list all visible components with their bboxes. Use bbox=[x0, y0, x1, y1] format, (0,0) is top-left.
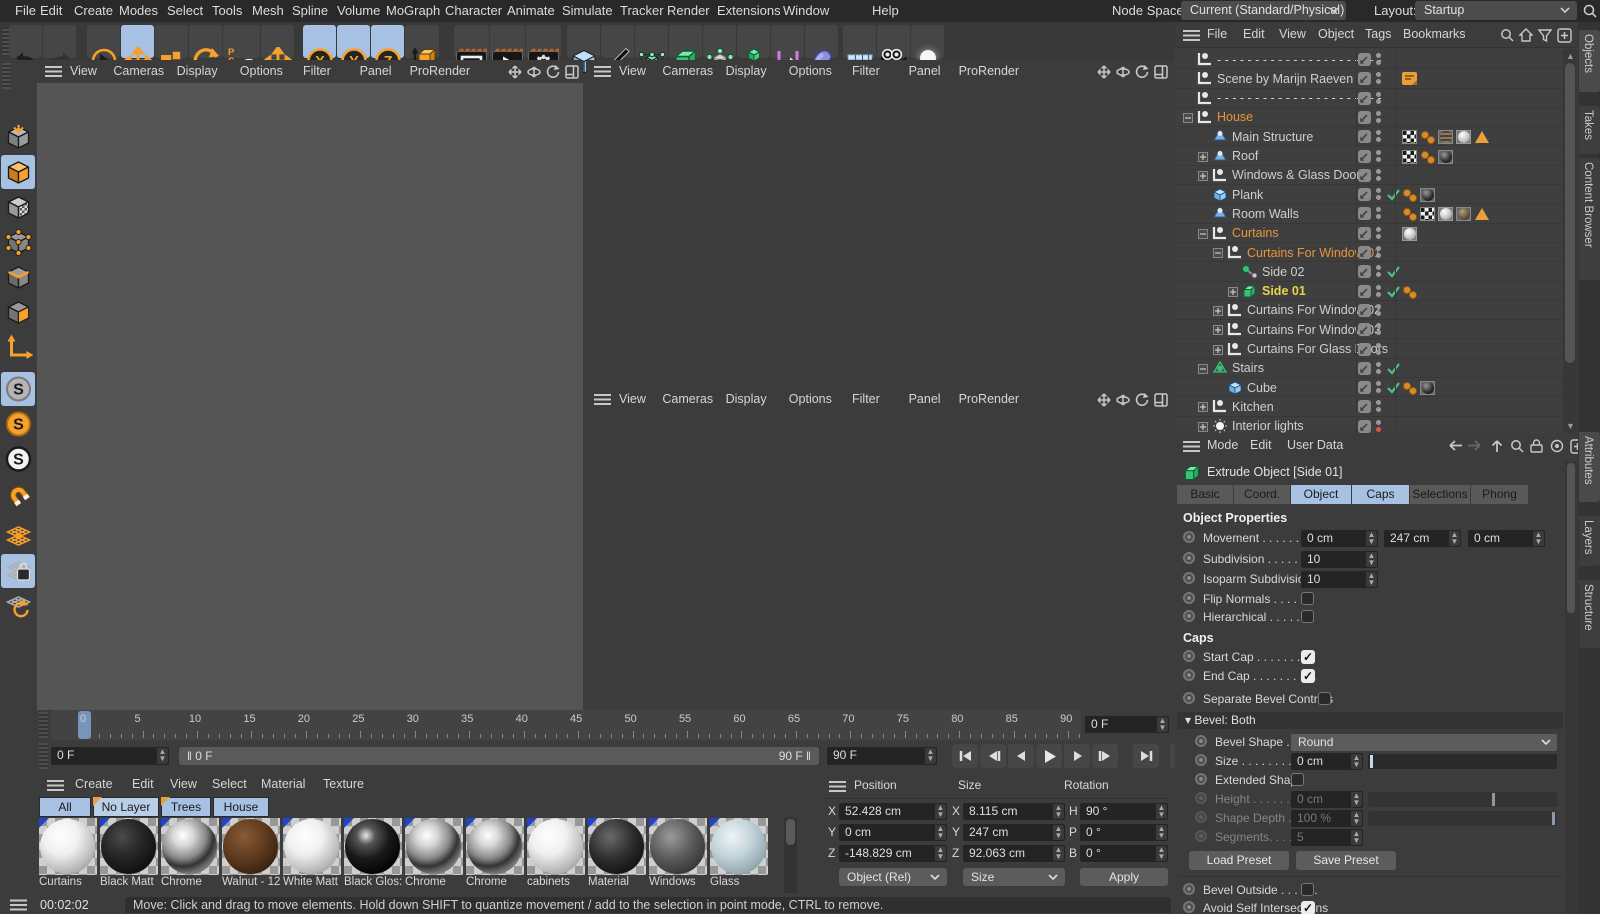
svg-text:S: S bbox=[13, 417, 24, 434]
svg-text:S: S bbox=[13, 452, 24, 469]
svg-text:S: S bbox=[13, 382, 24, 399]
